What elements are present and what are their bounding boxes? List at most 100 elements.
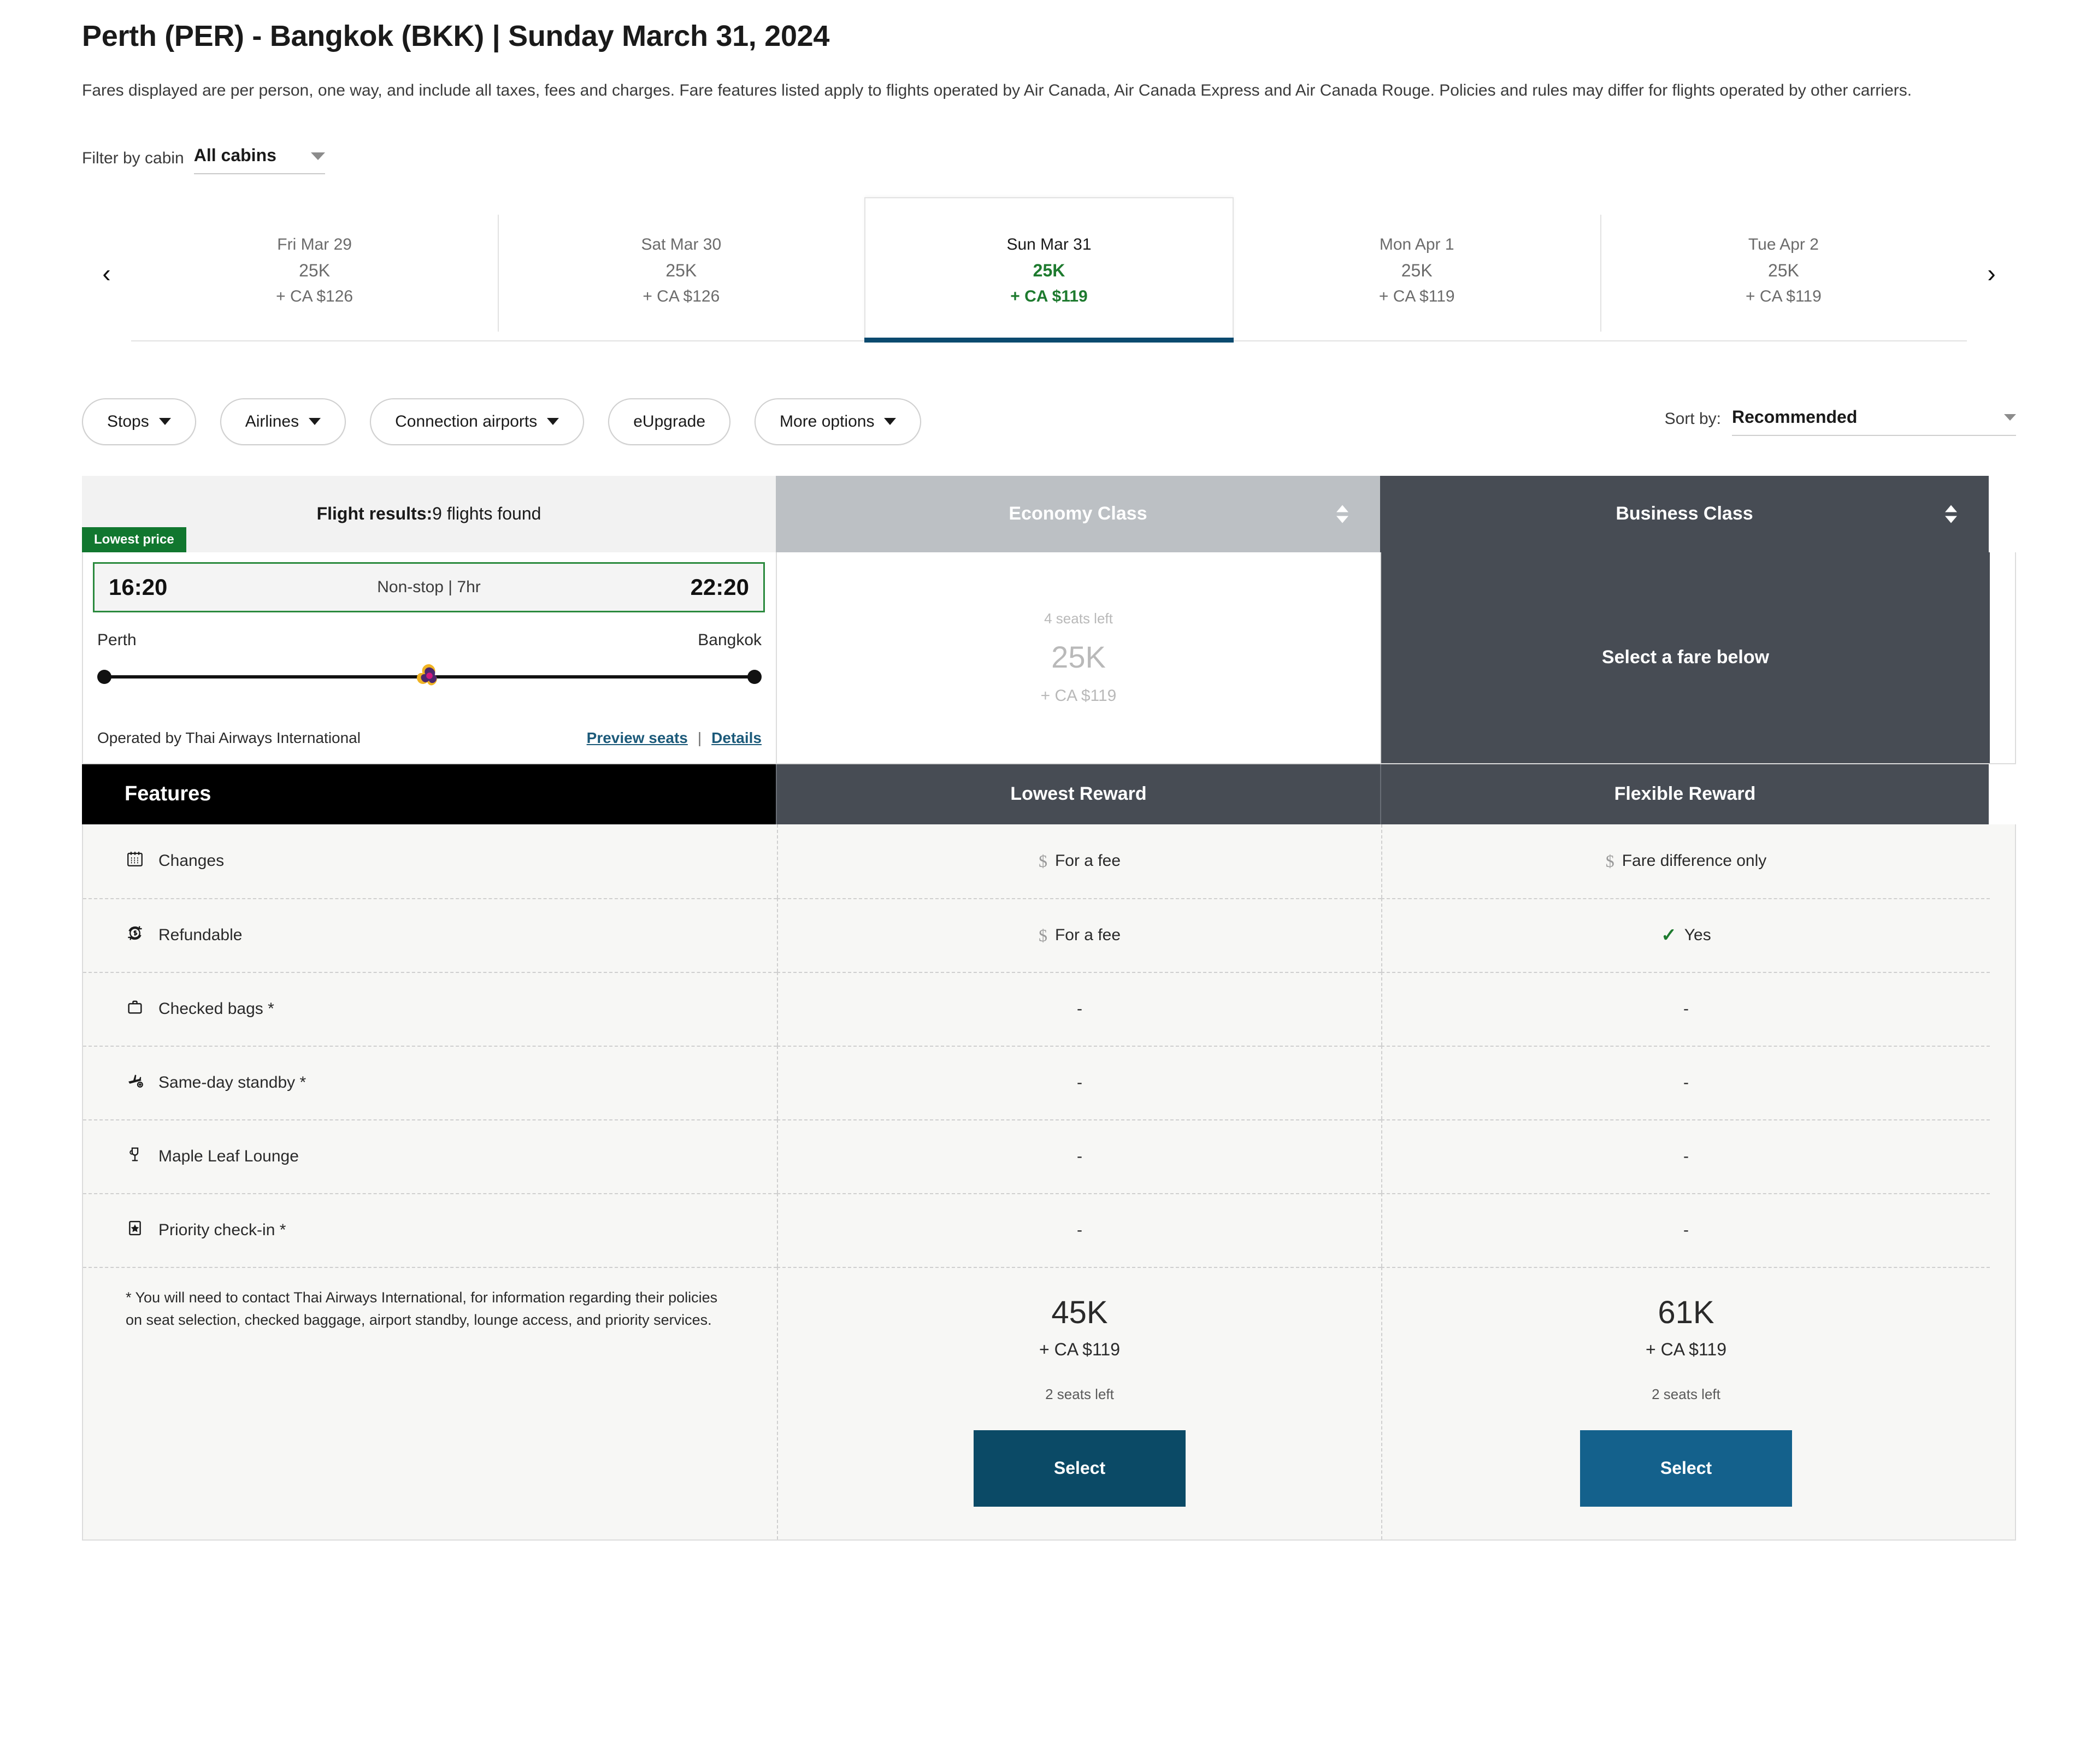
- economy-seats-left: 4 seats left: [1044, 610, 1113, 627]
- depart-time: 16:20: [109, 574, 168, 600]
- filter-airlines-button[interactable]: Airlines: [220, 398, 346, 445]
- feature-flexible-value: -: [1683, 1073, 1689, 1092]
- feature-label-cell: Changes: [83, 824, 777, 898]
- feature-flexible-value: Yes: [1684, 926, 1711, 945]
- feature-label-cell: Refundable: [83, 898, 777, 972]
- date-tab-sat-mar-30[interactable]: Sat Mar 30 25K + CA $126: [498, 205, 864, 341]
- operated-by-label: Operated by Thai Airways International: [97, 729, 361, 746]
- sort-by-select[interactable]: Recommended: [1732, 407, 2016, 436]
- fare-selection-row: * You will need to contact Thai Airways …: [83, 1266, 2015, 1539]
- date-tab-points: 25K: [1033, 261, 1065, 281]
- economy-fare-cell[interactable]: 4 seats left 25K + CA $119: [777, 552, 1381, 763]
- dollar-icon: $: [1605, 851, 1614, 871]
- lowest-price-badge: Lowest price: [82, 527, 186, 552]
- feature-label-cell: Checked bags *: [83, 971, 777, 1046]
- details-link[interactable]: Details: [711, 729, 762, 747]
- dollar-icon: $: [1038, 851, 1047, 871]
- feature-lowest-cell: -: [777, 1193, 1381, 1267]
- dollar-icon: $: [1038, 925, 1047, 945]
- footnote-cell: * You will need to contact Thai Airways …: [83, 1266, 777, 1539]
- economy-cash: + CA $119: [1040, 686, 1117, 705]
- chevron-down-icon: [310, 152, 325, 160]
- date-tab-points: 25K: [299, 261, 331, 281]
- arrive-time: 22:20: [690, 574, 749, 600]
- select-flexible-reward-button[interactable]: Select: [1580, 1430, 1792, 1507]
- feature-flexible-cell: -: [1381, 1119, 1990, 1193]
- refund-dollar-icon: [126, 924, 144, 947]
- feature-row-maple-leaf-lounge: Maple Leaf Lounge - -: [83, 1119, 2015, 1193]
- date-tab-cash: + CA $119: [1746, 287, 1822, 306]
- feature-label: Maple Leaf Lounge: [158, 1147, 299, 1166]
- date-tab-tue-apr-2[interactable]: Tue Apr 2 25K + CA $119: [1600, 205, 1967, 341]
- filter-connection-airports-label: Connection airports: [395, 412, 538, 430]
- feature-label: Priority check-in *: [158, 1221, 286, 1240]
- filter-stops-label: Stops: [107, 412, 149, 430]
- route-line: [97, 664, 762, 688]
- feature-flexible-value: Fare difference only: [1622, 852, 1767, 870]
- filter-connection-airports-button[interactable]: Connection airports: [370, 398, 585, 445]
- sort-arrows-icon[interactable]: [1336, 505, 1348, 523]
- feature-label-cell: Same-day standby *: [83, 1045, 777, 1119]
- feature-lowest-cell: -: [777, 1119, 1381, 1193]
- date-strip: ‹ Fri Mar 29 25K + CA $126 Sat Mar 30 25…: [82, 197, 2016, 343]
- sort-by-label: Sort by:: [1664, 410, 1721, 428]
- date-tab-points: 25K: [665, 261, 697, 281]
- next-dates-button[interactable]: ›: [1967, 205, 2016, 341]
- destination-city: Bangkok: [698, 630, 762, 649]
- business-class-header[interactable]: Business Class: [1380, 475, 1989, 552]
- date-tab-points: 25K: [1401, 261, 1433, 281]
- filter-bar: Stops Airlines Connection airports eUpgr…: [82, 398, 2016, 445]
- filter-stops-button[interactable]: Stops: [82, 398, 196, 445]
- prev-dates-button[interactable]: ‹: [82, 205, 131, 341]
- feature-flexible-value: -: [1683, 1000, 1689, 1018]
- origin-dot-icon: [97, 669, 111, 684]
- feature-label: Same-day standby *: [158, 1073, 307, 1092]
- results-label: Flight results:: [316, 504, 433, 524]
- sort-arrows-icon[interactable]: [1945, 505, 1957, 523]
- destination-dot-icon: [747, 669, 762, 684]
- date-tab-date: Sat Mar 30: [641, 235, 722, 254]
- date-tab-fri-mar-29[interactable]: Fri Mar 29 25K + CA $126: [131, 205, 498, 341]
- features-header-row: Features Lowest Reward Flexible Reward: [82, 764, 2016, 824]
- feature-flexible-cell: -: [1381, 1193, 1990, 1267]
- date-tab-sun-mar-31[interactable]: Sun Mar 31 25K + CA $119: [864, 197, 1234, 343]
- date-tab-cash: + CA $119: [1010, 287, 1088, 306]
- calendar-icon: [126, 849, 144, 872]
- lowest-reward-points: 45K: [1051, 1294, 1108, 1330]
- feature-flexible-cell: -: [1381, 1045, 1990, 1119]
- results-header-row: Flight results: 9 flights found Economy C…: [82, 475, 2016, 552]
- business-class-label: Business Class: [1616, 503, 1753, 524]
- cabin-select-value: All cabins: [193, 145, 276, 165]
- feature-row-same-day-standby: Same-day standby * - -: [83, 1045, 2015, 1119]
- chevron-down-icon: [158, 418, 171, 426]
- lowest-reward-seats-left: 2 seats left: [1045, 1385, 1114, 1402]
- lounge-glass-icon: [126, 1145, 144, 1168]
- feature-lowest-cell: $ For a fee: [777, 824, 1381, 898]
- date-tab-cash: + CA $126: [276, 287, 353, 306]
- filter-more-options-button[interactable]: More options: [755, 398, 922, 445]
- select-lowest-reward-button[interactable]: Select: [974, 1430, 1186, 1507]
- lowest-reward-header: Lowest Reward: [776, 764, 1380, 824]
- features-footnote: * You will need to contact Thai Airways …: [126, 1289, 718, 1328]
- chevron-down-icon: [884, 418, 897, 426]
- cabin-filter-label: Filter by cabin: [82, 149, 184, 167]
- economy-class-header[interactable]: Economy Class: [776, 475, 1380, 552]
- filter-eupgrade-button[interactable]: eUpgrade: [608, 398, 731, 445]
- link-separator: |: [697, 729, 702, 746]
- preview-seats-link[interactable]: Preview seats: [587, 729, 688, 747]
- lowest-reward-fare-cell: 45K + CA $119 2 seats left Select: [777, 1266, 1381, 1539]
- chevron-down-icon: [547, 418, 559, 426]
- cabin-select[interactable]: All cabins: [193, 145, 325, 174]
- filter-more-options-label: More options: [780, 412, 875, 430]
- date-tab-mon-apr-1[interactable]: Mon Apr 1 25K + CA $119: [1234, 205, 1600, 341]
- feature-flexible-value: -: [1683, 1221, 1689, 1240]
- feature-row-checked-bags: Checked bags * - -: [83, 971, 2015, 1046]
- date-tab-cash: + CA $119: [1378, 287, 1455, 306]
- flexible-reward-seats-left: 2 seats left: [1652, 1385, 1720, 1402]
- page-header: Perth (PER) - Bangkok (BKK) | Sunday Mar…: [0, 0, 2098, 103]
- origin-city: Perth: [97, 630, 137, 649]
- operator-row: Operated by Thai Airways International P…: [83, 729, 776, 763]
- flight-duration: Non-stop | 7hr: [377, 577, 481, 596]
- feature-lowest-cell: -: [777, 1045, 1381, 1119]
- features-header-label: Features: [82, 764, 776, 824]
